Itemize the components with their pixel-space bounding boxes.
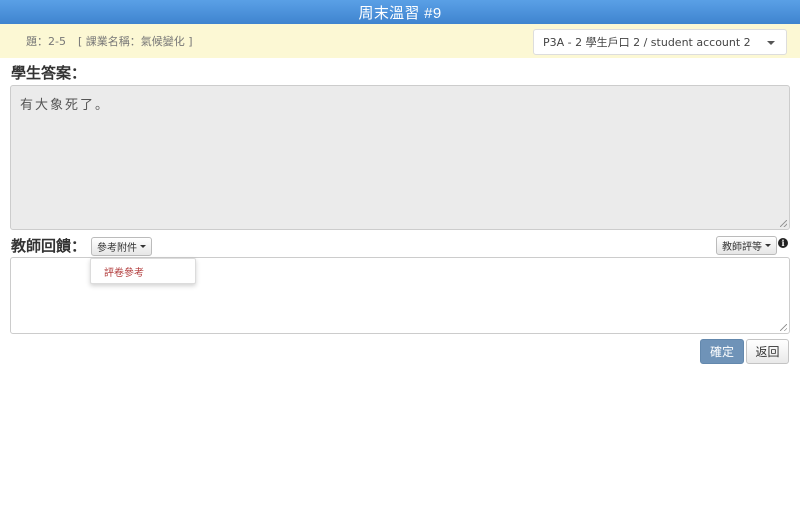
page-title: 周末溫習 #9 <box>358 4 442 22</box>
question-number: 題：2-5 <box>26 35 66 48</box>
caret-down-icon <box>765 244 771 247</box>
grade-button-label: 教師評等 <box>722 242 762 253</box>
student-answer-text: 有大象死了。 <box>20 98 111 113</box>
resize-handle-icon[interactable] <box>780 220 787 227</box>
attachment-button-label: 參考附件 <box>97 243 137 254</box>
student-answer-label: 學生答案： <box>11 64 87 82</box>
attachment-dropdown-button[interactable]: 參考附件 <box>91 237 152 256</box>
confirm-button[interactable]: 確定 <box>700 339 744 364</box>
teacher-grade-dropdown-button[interactable]: 教師評等 <box>716 236 777 255</box>
back-button[interactable]: 返回 <box>746 339 789 364</box>
student-account-select[interactable]: P3A - 2 學生戶口 2 / student account 2 <box>533 29 787 55</box>
menu-item-marking-reference[interactable]: 評卷參考 <box>104 264 144 279</box>
course-name: [ 課業名稱：氣候變化 ] <box>77 35 193 48</box>
teacher-feedback-label: 教師回饋： <box>11 237 87 255</box>
selected-account: P3A - 2 學生戶口 2 / student account 2 <box>543 36 751 49</box>
info-icon[interactable]: i <box>778 238 788 248</box>
caret-down-icon <box>140 245 146 248</box>
student-answer-box[interactable]: 有大象死了。 <box>10 85 790 230</box>
chevron-down-icon <box>767 41 775 45</box>
resize-handle-icon[interactable] <box>780 324 787 331</box>
attachment-dropdown-menu: 評卷參考 <box>90 258 196 284</box>
title-bar: 周末溫習 #9 <box>0 0 800 24</box>
question-info: 題：2-5 [ 課業名稱：氣候變化 ] <box>26 33 193 49</box>
